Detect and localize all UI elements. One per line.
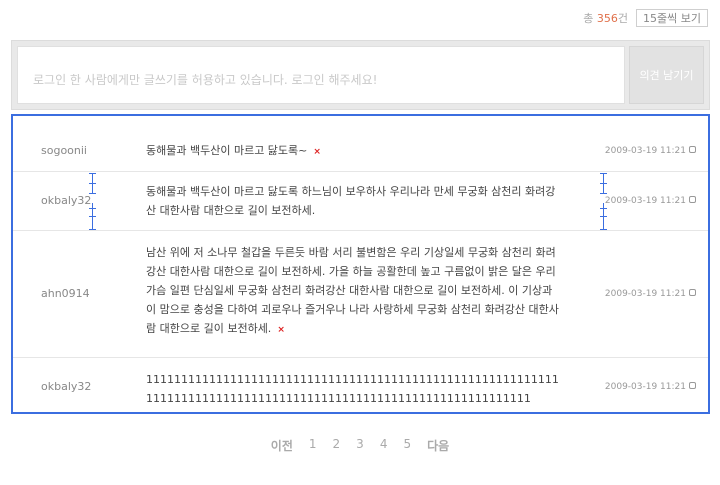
comment-content: 동해물과 백두산이 마르고 닳도록 하느님이 보우하사 우리나라 만세 무궁화 … — [146, 185, 556, 217]
comment-author[interactable]: okbaly32 — [41, 380, 91, 393]
delete-icon[interactable]: × — [313, 147, 321, 157]
page-link-4[interactable]: 4 — [380, 437, 388, 454]
page-link-3[interactable]: 3 — [356, 437, 364, 454]
comment-textarea[interactable]: 로그인 한 사람에게만 글쓰기를 허용하고 있습니다. 로그인 해주세요! — [17, 46, 625, 104]
comment-row: okbaly32 1111111111111111111111111111111… — [13, 358, 708, 412]
comment-date: 2009-03-19 11:21 — [605, 382, 696, 392]
page-link-5[interactable]: 5 — [403, 437, 411, 454]
total-count: 356 — [596, 12, 618, 25]
comment-write-box: 로그인 한 사람에게만 글쓰기를 허용하고 있습니다. 로그인 해주세요! 의견… — [11, 40, 710, 110]
comment-date-text: 2009-03-19 11:21 — [604, 289, 686, 299]
comment-text: 남산 위에 저 소나무 철갑을 두른듯 바람 서리 불변함은 우리 기상일세 무… — [146, 246, 559, 335]
comment-content: 남산 위에 저 소나무 철갑을 두른듯 바람 서리 불변함은 우리 기상일세 무… — [146, 243, 562, 340]
per-page-value: 15줄씩 보기 — [643, 12, 701, 25]
next-page-link[interactable]: 다음 — [427, 437, 449, 454]
comment-author[interactable]: sogoonii — [41, 144, 87, 157]
comment-list: sogoonii 동해물과 백두산이 마르고 닳도록~ × 2009-03-19 … — [11, 114, 710, 414]
comment-date-text: 2009-03-19 11:21 — [604, 146, 686, 156]
total-prefix: 총 — [583, 12, 594, 25]
comment-row: sogoonii 동해물과 백두산이 마르고 닳도록~ × 2009-03-19 … — [13, 116, 708, 172]
pagination: 이전 1 2 3 4 5 다음 — [0, 437, 720, 454]
comment-author[interactable]: okbaly32 — [41, 194, 91, 207]
comment-date-text: 2009-03-19 11:21 — [604, 196, 686, 206]
lock-icon — [689, 289, 696, 296]
submit-comment-button[interactable]: 의견 남기기 — [629, 46, 704, 104]
resize-handle-left[interactable] — [89, 172, 97, 230]
comment-row: ahn0914 남산 위에 저 소나무 철갑을 두른듯 바람 서리 불변함은 우… — [13, 231, 708, 358]
delete-icon[interactable]: × — [277, 325, 285, 335]
total-count-label: 총 356건 — [583, 10, 628, 26]
page-link-1[interactable]: 1 — [309, 437, 317, 454]
comment-date-text: 2009-03-19 11:21 — [604, 382, 686, 392]
total-suffix: 건 — [617, 12, 629, 25]
comment-content: 동해물과 백두산이 마르고 닳도록~ × — [146, 141, 562, 162]
prev-page-link[interactable]: 이전 — [271, 437, 293, 454]
comment-date: 2009-03-19 11:21 — [605, 289, 696, 299]
comment-date: 2009-03-19 11:21 — [605, 196, 696, 206]
list-toolbar: 총 356건 15줄씩 보기 — [583, 9, 708, 27]
resize-handle-right[interactable] — [600, 172, 608, 230]
lock-icon — [689, 382, 696, 389]
lock-icon — [689, 196, 696, 203]
comment-author[interactable]: ahn0914 — [41, 287, 90, 300]
per-page-select[interactable]: 15줄씩 보기 — [636, 9, 708, 27]
comment-text: 동해물과 백두산이 마르고 닳도록~ — [146, 144, 308, 157]
comment-row: okbaly32 동해물과 백두산이 마르고 닳도록 하느님이 보우하사 우리나… — [13, 172, 708, 231]
comment-date: 2009-03-19 11:21 — [605, 146, 696, 156]
page-link-2[interactable]: 2 — [333, 437, 341, 454]
lock-icon — [689, 146, 696, 153]
comment-content: 1111111111111111111111111111111111111111… — [146, 373, 559, 405]
